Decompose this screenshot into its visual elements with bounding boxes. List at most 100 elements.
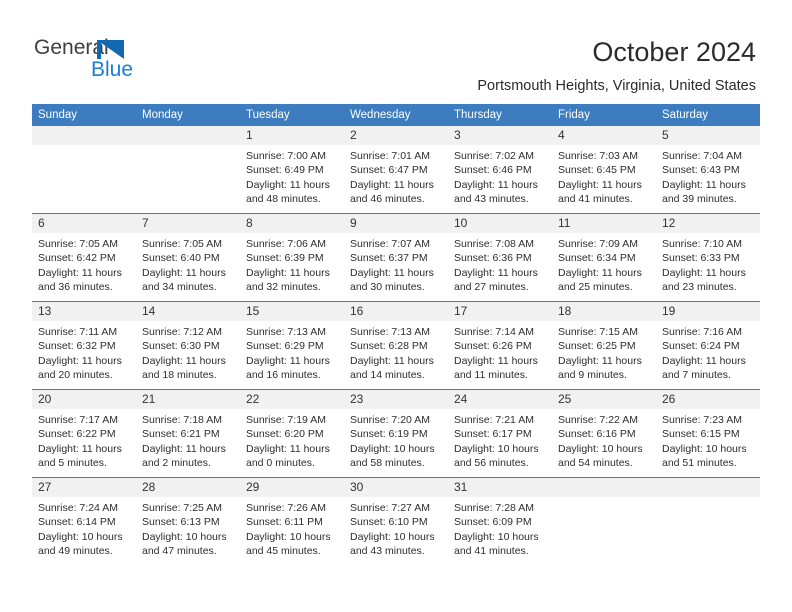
daylight-text-line1: Daylight: 10 hours — [142, 530, 227, 543]
sunset-text: Sunset: 6:10 PM — [350, 516, 428, 529]
day-cell[interactable]: Sunrise: 7:25 AM Sunset: 6:13 PM Dayligh… — [136, 497, 240, 565]
day-cell[interactable]: Sunrise: 7:06 AM Sunset: 6:39 PM Dayligh… — [240, 233, 344, 301]
day-cell[interactable]: Sunrise: 7:07 AM Sunset: 6:37 PM Dayligh… — [344, 233, 448, 301]
day-number[interactable]: 4 — [552, 126, 656, 145]
week-daynumber-band: 6 7 8 9 10 11 12 — [32, 214, 760, 233]
day-number[interactable]: 30 — [344, 478, 448, 497]
day-cell[interactable]: Sunrise: 7:05 AM Sunset: 6:40 PM Dayligh… — [136, 233, 240, 301]
day-cell[interactable]: Sunrise: 7:00 AM Sunset: 6:49 PM Dayligh… — [240, 145, 344, 213]
day-number[interactable]: 6 — [32, 214, 136, 233]
day-cell[interactable]: Sunrise: 7:04 AM Sunset: 6:43 PM Dayligh… — [656, 145, 760, 213]
day-cell[interactable]: Sunrise: 7:22 AM Sunset: 6:16 PM Dayligh… — [552, 409, 656, 477]
sunset-text: Sunset: 6:14 PM — [38, 516, 116, 529]
day-number[interactable]: 20 — [32, 390, 136, 409]
daylight-text-line1: Daylight: 10 hours — [350, 442, 435, 455]
day-number[interactable] — [656, 478, 760, 497]
day-cell[interactable]: Sunrise: 7:13 AM Sunset: 6:29 PM Dayligh… — [240, 321, 344, 389]
day-number[interactable]: 13 — [32, 302, 136, 321]
daylight-text-line1: Daylight: 11 hours — [246, 266, 330, 279]
day-number[interactable]: 11 — [552, 214, 656, 233]
sunset-text: Sunset: 6:46 PM — [454, 164, 532, 177]
day-cell[interactable]: Sunrise: 7:08 AM Sunset: 6:36 PM Dayligh… — [448, 233, 552, 301]
day-cell[interactable]: Sunrise: 7:26 AM Sunset: 6:11 PM Dayligh… — [240, 497, 344, 565]
day-cell[interactable]: Sunrise: 7:15 AM Sunset: 6:25 PM Dayligh… — [552, 321, 656, 389]
day-number[interactable]: 2 — [344, 126, 448, 145]
sunrise-text: Sunrise: 7:27 AM — [350, 502, 430, 514]
sunrise-text: Sunrise: 7:07 AM — [350, 238, 430, 250]
day-number[interactable]: 27 — [32, 478, 136, 497]
sunrise-text: Sunrise: 7:28 AM — [454, 502, 534, 514]
day-number[interactable]: 10 — [448, 214, 552, 233]
day-cell[interactable]: Sunrise: 7:19 AM Sunset: 6:20 PM Dayligh… — [240, 409, 344, 477]
daylight-text-line1: Daylight: 11 hours — [142, 266, 226, 279]
sunrise-text: Sunrise: 7:20 AM — [350, 414, 430, 426]
day-number[interactable]: 29 — [240, 478, 344, 497]
day-number[interactable]: 19 — [656, 302, 760, 321]
day-cell[interactable] — [656, 497, 760, 565]
sunrise-text: Sunrise: 7:22 AM — [558, 414, 638, 426]
day-number[interactable]: 22 — [240, 390, 344, 409]
day-cell[interactable]: Sunrise: 7:21 AM Sunset: 6:17 PM Dayligh… — [448, 409, 552, 477]
calendar-week-row: 20 21 22 23 24 25 26 Sunrise: 7:17 AM Su… — [32, 389, 760, 477]
day-number[interactable] — [552, 478, 656, 497]
day-cell[interactable]: Sunrise: 7:10 AM Sunset: 6:33 PM Dayligh… — [656, 233, 760, 301]
day-cell[interactable]: Sunrise: 7:27 AM Sunset: 6:10 PM Dayligh… — [344, 497, 448, 565]
day-number[interactable]: 28 — [136, 478, 240, 497]
sunrise-text: Sunrise: 7:06 AM — [246, 238, 326, 250]
sunset-text: Sunset: 6:28 PM — [350, 340, 428, 353]
day-number[interactable]: 3 — [448, 126, 552, 145]
day-cell[interactable]: Sunrise: 7:01 AM Sunset: 6:47 PM Dayligh… — [344, 145, 448, 213]
sunrise-text: Sunrise: 7:05 AM — [142, 238, 222, 250]
day-cell[interactable]: Sunrise: 7:13 AM Sunset: 6:28 PM Dayligh… — [344, 321, 448, 389]
day-cell[interactable]: Sunrise: 7:05 AM Sunset: 6:42 PM Dayligh… — [32, 233, 136, 301]
day-cell[interactable]: Sunrise: 7:09 AM Sunset: 6:34 PM Dayligh… — [552, 233, 656, 301]
day-number[interactable]: 15 — [240, 302, 344, 321]
daylight-text-line2: and 0 minutes. — [246, 457, 315, 470]
sunrise-text: Sunrise: 7:14 AM — [454, 326, 534, 338]
day-number[interactable]: 23 — [344, 390, 448, 409]
day-number[interactable]: 24 — [448, 390, 552, 409]
day-number[interactable]: 14 — [136, 302, 240, 321]
day-number[interactable]: 9 — [344, 214, 448, 233]
sunset-text: Sunset: 6:43 PM — [662, 164, 740, 177]
day-number[interactable]: 1 — [240, 126, 344, 145]
day-cell[interactable]: Sunrise: 7:24 AM Sunset: 6:14 PM Dayligh… — [32, 497, 136, 565]
day-cell[interactable]: Sunrise: 7:02 AM Sunset: 6:46 PM Dayligh… — [448, 145, 552, 213]
day-number[interactable]: 31 — [448, 478, 552, 497]
general-blue-logo[interactable]: General Blue — [34, 36, 164, 86]
day-cell[interactable] — [136, 145, 240, 213]
day-number[interactable]: 16 — [344, 302, 448, 321]
sunrise-text: Sunrise: 7:09 AM — [558, 238, 638, 250]
sunrise-text: Sunrise: 7:10 AM — [662, 238, 742, 250]
day-number[interactable]: 8 — [240, 214, 344, 233]
week-daynumber-band: 13 14 15 16 17 18 19 — [32, 302, 760, 321]
day-number[interactable]: 21 — [136, 390, 240, 409]
day-cell[interactable] — [32, 145, 136, 213]
day-number[interactable]: 12 — [656, 214, 760, 233]
day-cell[interactable]: Sunrise: 7:28 AM Sunset: 6:09 PM Dayligh… — [448, 497, 552, 565]
day-cell[interactable]: Sunrise: 7:23 AM Sunset: 6:15 PM Dayligh… — [656, 409, 760, 477]
day-cell[interactable]: Sunrise: 7:12 AM Sunset: 6:30 PM Dayligh… — [136, 321, 240, 389]
day-number[interactable]: 18 — [552, 302, 656, 321]
sunrise-text: Sunrise: 7:23 AM — [662, 414, 742, 426]
daylight-text-line2: and 5 minutes. — [38, 457, 107, 470]
day-cell[interactable]: Sunrise: 7:16 AM Sunset: 6:24 PM Dayligh… — [656, 321, 760, 389]
daylight-text-line1: Daylight: 11 hours — [350, 354, 434, 367]
day-number[interactable]: 5 — [656, 126, 760, 145]
day-cell[interactable]: Sunrise: 7:11 AM Sunset: 6:32 PM Dayligh… — [32, 321, 136, 389]
sunrise-text: Sunrise: 7:15 AM — [558, 326, 638, 338]
day-number[interactable]: 25 — [552, 390, 656, 409]
day-cell[interactable]: Sunrise: 7:17 AM Sunset: 6:22 PM Dayligh… — [32, 409, 136, 477]
day-cell[interactable]: Sunrise: 7:14 AM Sunset: 6:26 PM Dayligh… — [448, 321, 552, 389]
day-number[interactable]: 7 — [136, 214, 240, 233]
daylight-text-line2: and 32 minutes. — [246, 281, 321, 294]
day-cell[interactable]: Sunrise: 7:03 AM Sunset: 6:45 PM Dayligh… — [552, 145, 656, 213]
day-number[interactable]: 17 — [448, 302, 552, 321]
day-cell[interactable]: Sunrise: 7:20 AM Sunset: 6:19 PM Dayligh… — [344, 409, 448, 477]
day-cell[interactable] — [552, 497, 656, 565]
day-number[interactable] — [32, 126, 136, 145]
sunrise-text: Sunrise: 7:24 AM — [38, 502, 118, 514]
day-cell[interactable]: Sunrise: 7:18 AM Sunset: 6:21 PM Dayligh… — [136, 409, 240, 477]
day-number[interactable] — [136, 126, 240, 145]
day-number[interactable]: 26 — [656, 390, 760, 409]
